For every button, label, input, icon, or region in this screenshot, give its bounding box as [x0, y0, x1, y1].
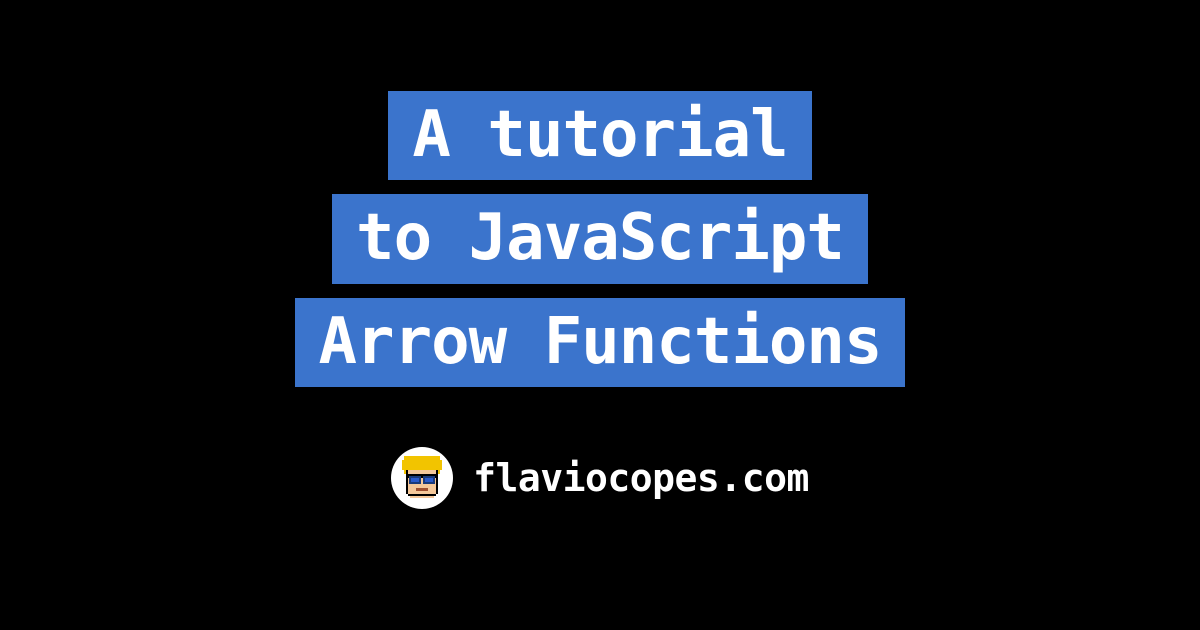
site-name: flaviocopes.com — [473, 456, 809, 500]
avatar — [391, 447, 453, 509]
title-block: A tutorial to JavaScript Arrow Functions — [295, 91, 906, 388]
title-line-3: Arrow Functions — [295, 298, 906, 388]
title-line-2: to JavaScript — [332, 194, 868, 284]
footer: flaviocopes.com — [391, 447, 809, 509]
title-line-1: A tutorial — [388, 91, 811, 181]
avatar-icon — [394, 450, 450, 506]
